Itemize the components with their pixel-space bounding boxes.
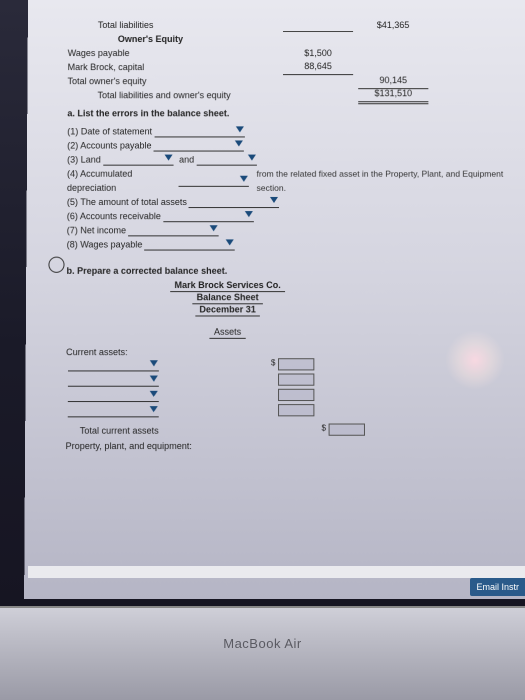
row-wages-payable: Wages payable $1,500 xyxy=(68,46,516,60)
row-total-liab-oe: Total liabilities and owner's equity $13… xyxy=(67,88,515,102)
ca-dropdown-4[interactable] xyxy=(68,405,159,417)
row-total-oe: Total owner's equity 90,145 xyxy=(68,74,516,88)
dropdown-2[interactable] xyxy=(154,139,244,151)
ca-dropdown-1[interactable] xyxy=(68,359,159,371)
bs-header-block: Mark Brock Services Co. Balance Sheet De… xyxy=(107,280,349,339)
dropdown-4[interactable] xyxy=(178,175,248,187)
label-total-liab-oe: Total liabilities and owner's equity xyxy=(67,88,230,102)
ca-amount-4[interactable] xyxy=(278,404,314,416)
ca-row-1: $ xyxy=(66,357,517,372)
error-6-label: (6) Accounts receivable xyxy=(67,209,161,223)
ca-amount-2[interactable] xyxy=(278,373,314,385)
total-current-row: Total current assets $ xyxy=(66,422,518,437)
ca-dropdown-3[interactable] xyxy=(68,389,159,401)
label-wages-payable: Wages payable xyxy=(68,46,130,60)
row-mark-brock: Mark Brock, capital 88,645 xyxy=(68,60,516,74)
label-total-liabilities: Total liabilities xyxy=(68,18,154,32)
dropdown-1[interactable] xyxy=(154,125,244,137)
assets-header: Assets xyxy=(210,327,245,339)
dropdown-3a[interactable] xyxy=(103,154,173,166)
dropdown-5[interactable] xyxy=(189,196,279,208)
worksheet-screen: Total liabilities $41,365 Owner's Equity… xyxy=(24,0,525,599)
row-total-liabilities: Total liabilities $41,365 xyxy=(68,18,515,32)
ppe-label: Property, plant, and equipment: xyxy=(66,440,192,450)
ca-row-3 xyxy=(66,388,518,403)
part-b-heading: b. Prepare a corrected balance sheet. xyxy=(66,266,516,276)
error-5: (5) The amount of total assets xyxy=(67,195,516,209)
amt-wages-payable: $1,500 xyxy=(283,46,353,60)
current-assets-area: Current assets: $ Total current assets $ xyxy=(66,347,518,453)
pen-circle-mark xyxy=(48,257,64,273)
ca-row-4 xyxy=(66,403,518,418)
error-7-label: (7) Net income xyxy=(67,223,126,237)
ca-amount-1[interactable]: $ xyxy=(278,358,314,370)
error-3-label: (3) Land xyxy=(67,153,101,167)
error-3: (3) Land and xyxy=(67,153,516,167)
email-instructor-button[interactable]: Email Instr xyxy=(470,578,525,596)
ca-dropdown-2[interactable] xyxy=(68,374,159,386)
dropdown-3b[interactable] xyxy=(196,154,256,166)
amt-mark-brock: 88,645 xyxy=(283,59,353,75)
total-current-amount[interactable]: $ xyxy=(329,423,365,435)
balance-sheet-date: December 31 xyxy=(195,304,260,316)
current-assets-label: Current assets: xyxy=(66,347,517,357)
error-7: (7) Net income xyxy=(67,223,517,237)
label-mark-brock: Mark Brock, capital xyxy=(68,60,145,74)
error-1-label: (1) Date of statement xyxy=(67,124,152,138)
dropdown-6[interactable] xyxy=(163,210,254,222)
row-owners-equity-hdr: Owner's Equity xyxy=(68,32,516,46)
dropdown-8[interactable] xyxy=(144,238,235,250)
ppe-row: Property, plant, and equipment: xyxy=(66,438,518,453)
owners-equity-header: Owner's Equity xyxy=(68,32,183,46)
error-3-and: and xyxy=(179,153,194,167)
amt-total-liab: $41,365 xyxy=(358,18,428,32)
error-1: (1) Date of statement xyxy=(67,124,516,138)
error-8: (8) Wages payable xyxy=(67,237,517,251)
error-4-label: (4) Accumulated depreciation xyxy=(67,167,176,195)
dropdown-7[interactable] xyxy=(128,224,219,236)
error-8-label: (8) Wages payable xyxy=(67,237,143,251)
label-total-oe: Total owner's equity xyxy=(68,74,147,88)
error-6: (6) Accounts receivable xyxy=(67,209,517,223)
error-2: (2) Accounts payable xyxy=(67,138,516,152)
part-a-heading: a. List the errors in the balance sheet. xyxy=(67,108,515,118)
error-2-label: (2) Accounts payable xyxy=(67,138,151,152)
total-current-label: Total current assets xyxy=(80,425,159,435)
amt-total-liab-oe: $131,510 xyxy=(358,86,428,104)
blank-total-liab xyxy=(283,18,353,32)
ca-row-2 xyxy=(66,372,518,387)
part-b: b. Prepare a corrected balance sheet. Ma… xyxy=(66,266,518,453)
error-5-label: (5) The amount of total assets xyxy=(67,195,187,209)
laptop-brand: MacBook Air xyxy=(0,636,525,651)
error-4: (4) Accumulated depreciation from the re… xyxy=(67,167,516,195)
laptop-bezel xyxy=(0,606,525,700)
window-gap xyxy=(28,566,525,578)
company-name: Mark Brock Services Co. xyxy=(170,280,284,292)
errors-list: (1) Date of statement (2) Accounts payab… xyxy=(67,124,517,251)
balance-sheet-title: Balance Sheet xyxy=(193,292,263,304)
error-4-tail: from the related fixed asset in the Prop… xyxy=(257,167,517,195)
ca-amount-3[interactable] xyxy=(278,388,314,400)
